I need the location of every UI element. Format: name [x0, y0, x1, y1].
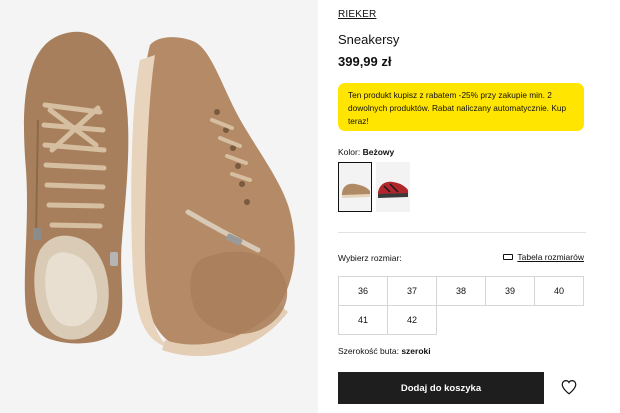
- product-info-panel: RIEKER Sneakersy 399,99 zł Ten produkt k…: [338, 0, 586, 413]
- beige-shoe-thumbnail: [342, 183, 370, 198]
- heart-icon: [561, 380, 577, 395]
- ruler-icon: [503, 254, 514, 260]
- product-title: Sneakersy: [338, 32, 400, 47]
- size-option[interactable]: 40: [534, 276, 584, 306]
- red-shoe-thumbnail: [378, 181, 408, 198]
- product-price: 399,99 zł: [338, 54, 392, 69]
- wishlist-button[interactable]: [560, 378, 578, 396]
- size-grid: 36 37 38 39 40 41 42: [338, 276, 586, 335]
- brand-link[interactable]: RIEKER: [338, 9, 376, 20]
- size-option[interactable]: 37: [387, 276, 437, 306]
- shoe-width-label: Szerokość buta:: [338, 346, 399, 356]
- size-label: Wybierz rozmiar:: [338, 253, 402, 263]
- promo-banner: Ten produkt kupisz z rabatem -25% przy z…: [338, 83, 584, 131]
- color-swatch-beige[interactable]: [338, 162, 372, 212]
- size-option[interactable]: 42: [387, 305, 437, 335]
- size-guide-link[interactable]: Tabela rozmiarów: [503, 252, 584, 262]
- color-selector-label: Kolor: Beżowy: [338, 147, 394, 157]
- left-shoe: [23, 31, 129, 344]
- color-label: Kolor:: [338, 147, 361, 157]
- size-option[interactable]: 38: [436, 276, 486, 306]
- size-guide-label: Tabela rozmiarów: [517, 252, 584, 262]
- promo-text: Ten produkt kupisz z rabatem -25% przy z…: [348, 90, 567, 126]
- product-image[interactable]: [0, 0, 318, 413]
- color-value: Beżowy: [362, 147, 395, 157]
- sneaker-pair-illustration: [23, 31, 295, 357]
- size-option[interactable]: 41: [338, 305, 388, 335]
- right-shoe: [131, 37, 295, 357]
- add-to-cart-button[interactable]: Dodaj do koszyka: [338, 372, 544, 404]
- color-swatch-red[interactable]: [376, 162, 410, 212]
- shoe-width-info: Szerokość buta: szeroki: [338, 346, 431, 356]
- size-option[interactable]: 36: [338, 276, 388, 306]
- shoe-width-value: szeroki: [401, 346, 431, 356]
- section-divider: [338, 232, 586, 233]
- size-option[interactable]: 39: [485, 276, 535, 306]
